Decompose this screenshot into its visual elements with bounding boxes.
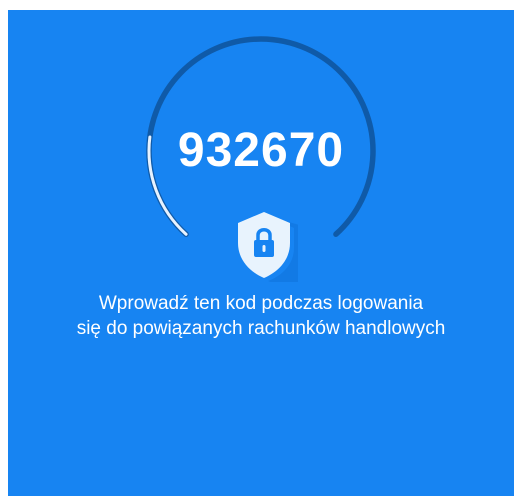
otp-code: 932670 [177,124,345,177]
authenticator-panel: 932670 Wprowadź ten kod podczas logowani… [8,10,514,496]
lock-keyhole [262,245,266,252]
shield-lock-icon [238,212,298,282]
instruction-line-1: Wprowadź ten kod podczas logowania [98,293,424,314]
instruction-line-2: się do powiązanych rachunków handlowych [76,318,446,339]
instruction-text: Wprowadź ten kod podczas logowania się d… [8,291,514,341]
